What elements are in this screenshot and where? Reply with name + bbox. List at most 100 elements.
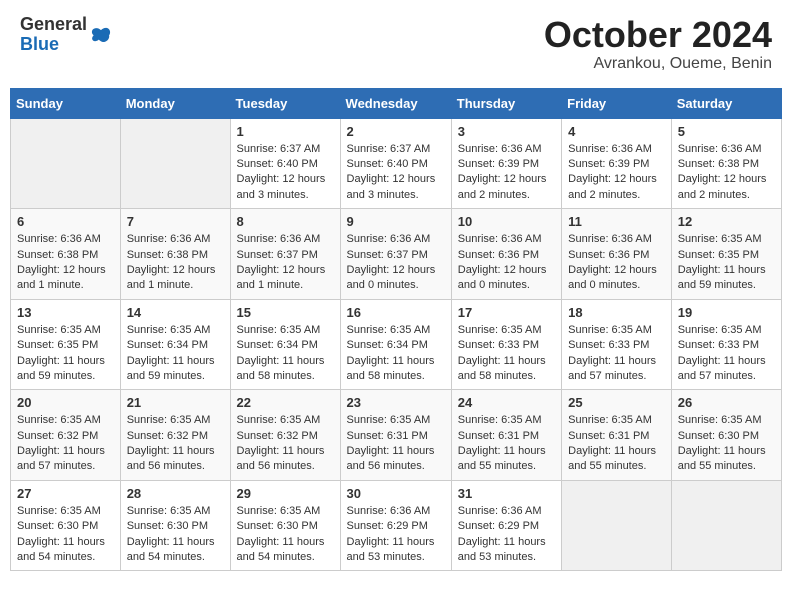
calendar-cell: 24Sunrise: 6:35 AMSunset: 6:31 PMDayligh…	[451, 390, 561, 481]
day-info: Sunrise: 6:35 AMSunset: 6:34 PMDaylight:…	[347, 323, 445, 385]
calendar-table: SundayMondayTuesdayWednesdayThursdayFrid…	[10, 88, 782, 572]
day-info: Sunrise: 6:35 AMSunset: 6:34 PMDaylight:…	[127, 323, 224, 385]
day-info: Sunrise: 6:35 AMSunset: 6:34 PMDaylight:…	[237, 323, 334, 385]
day-number: 29	[237, 486, 334, 501]
day-number: 16	[347, 305, 445, 320]
day-number: 14	[127, 305, 224, 320]
calendar-cell: 19Sunrise: 6:35 AMSunset: 6:33 PMDayligh…	[671, 299, 781, 390]
day-number: 25	[568, 395, 665, 410]
day-info: Sunrise: 6:35 AMSunset: 6:35 PMDaylight:…	[678, 232, 775, 294]
day-number: 5	[678, 124, 775, 139]
day-info: Sunrise: 6:36 AMSunset: 6:36 PMDaylight:…	[458, 232, 555, 294]
day-number: 18	[568, 305, 665, 320]
calendar-cell: 25 Sunrise: 6:35 AMSunset: 6:31 PMDayligh…	[562, 390, 672, 481]
day-info: Sunrise: 6:35 AMSunset: 6:30 PMDaylight:…	[678, 413, 775, 475]
weekday-row: SundayMondayTuesdayWednesdayThursdayFrid…	[11, 88, 782, 118]
weekday-header-wednesday: Wednesday	[340, 88, 451, 118]
calendar-cell: 10 Sunrise: 6:36 AMSunset: 6:36 PMDayligh…	[451, 209, 561, 300]
day-info: Sunrise: 6:35 AMSunset: 6:30 PMDaylight:…	[127, 504, 224, 566]
day-number: 28	[127, 486, 224, 501]
calendar-cell	[671, 480, 781, 571]
day-info: Sunrise: 6:37 AMSunset: 6:40 PMDaylight:…	[237, 142, 334, 204]
day-number: 17	[458, 305, 555, 320]
calendar-cell: 29 Sunrise: 6:35 AMSunset: 6:30 PMDayligh…	[230, 480, 340, 571]
day-number: 8	[237, 214, 334, 229]
day-number: 11	[568, 214, 665, 229]
day-info: Sunrise: 6:36 AMSunset: 6:37 PMDaylight:…	[237, 232, 334, 294]
day-number: 7	[127, 214, 224, 229]
calendar-cell: 5 Sunrise: 6:36 AMSunset: 6:38 PMDaylight…	[671, 118, 781, 209]
day-info: Sunrise: 6:35 AMSunset: 6:33 PMDaylight:…	[568, 323, 665, 385]
page-header: General Blue October 2024 Avrankou, Ouem…	[10, 10, 782, 78]
calendar-cell: 23Sunrise: 6:35 AMSunset: 6:31 PMDayligh…	[340, 390, 451, 481]
logo-bird-icon	[90, 25, 112, 47]
calendar-week-row: 6Sunrise: 6:36 AMSunset: 6:38 PMDaylight…	[11, 209, 782, 300]
calendar-week-row: 27 Sunrise: 6:35 AMSunset: 6:30 PMDayligh…	[11, 480, 782, 571]
day-info: Sunrise: 6:36 AMSunset: 6:38 PMDaylight:…	[678, 142, 775, 204]
day-info: Sunrise: 6:35 AMSunset: 6:32 PMDaylight:…	[237, 413, 334, 475]
day-number: 1	[237, 124, 334, 139]
day-number: 2	[347, 124, 445, 139]
calendar-cell: 15 Sunrise: 6:35 AMSunset: 6:34 PMDayligh…	[230, 299, 340, 390]
calendar-cell	[562, 480, 672, 571]
day-info: Sunrise: 6:35 AMSunset: 6:32 PMDaylight:…	[127, 413, 224, 475]
day-number: 3	[458, 124, 555, 139]
day-info: Sunrise: 6:35 AMSunset: 6:33 PMDaylight:…	[458, 323, 555, 385]
day-info: Sunrise: 6:36 AMSunset: 6:39 PMDaylight:…	[458, 142, 555, 204]
calendar-cell: 13 Sunrise: 6:35 AMSunset: 6:35 PMDayligh…	[11, 299, 121, 390]
calendar-cell	[11, 118, 121, 209]
calendar-cell	[120, 118, 230, 209]
day-number: 31	[458, 486, 555, 501]
day-number: 30	[347, 486, 445, 501]
day-number: 4	[568, 124, 665, 139]
calendar-cell: 9 Sunrise: 6:36 AMSunset: 6:37 PMDaylight…	[340, 209, 451, 300]
calendar-week-row: 13 Sunrise: 6:35 AMSunset: 6:35 PMDayligh…	[11, 299, 782, 390]
calendar-cell: 31 Sunrise: 6:36 AMSunset: 6:29 PMDayligh…	[451, 480, 561, 571]
calendar-cell: 22 Sunrise: 6:35 AMSunset: 6:32 PMDayligh…	[230, 390, 340, 481]
calendar-body: 1 Sunrise: 6:37 AMSunset: 6:40 PMDaylight…	[11, 118, 782, 571]
calendar-header: SundayMondayTuesdayWednesdayThursdayFrid…	[11, 88, 782, 118]
weekday-header-thursday: Thursday	[451, 88, 561, 118]
day-info: Sunrise: 6:35 AMSunset: 6:30 PMDaylight:…	[237, 504, 334, 566]
day-info: Sunrise: 6:36 AMSunset: 6:29 PMDaylight:…	[458, 504, 555, 566]
calendar-cell: 30 Sunrise: 6:36 AMSunset: 6:29 PMDayligh…	[340, 480, 451, 571]
day-number: 20	[17, 395, 114, 410]
title-section: October 2024 Avrankou, Oueme, Benin	[544, 15, 772, 73]
calendar-cell: 26Sunrise: 6:35 AMSunset: 6:30 PMDayligh…	[671, 390, 781, 481]
day-number: 27	[17, 486, 114, 501]
month-title: October 2024	[544, 15, 772, 55]
weekday-header-monday: Monday	[120, 88, 230, 118]
calendar-cell: 21Sunrise: 6:35 AMSunset: 6:32 PMDayligh…	[120, 390, 230, 481]
day-number: 10	[458, 214, 555, 229]
calendar-cell: 4 Sunrise: 6:36 AMSunset: 6:39 PMDaylight…	[562, 118, 672, 209]
day-info: Sunrise: 6:35 AMSunset: 6:35 PMDaylight:…	[17, 323, 114, 385]
day-number: 12	[678, 214, 775, 229]
day-info: Sunrise: 6:36 AMSunset: 6:39 PMDaylight:…	[568, 142, 665, 204]
calendar-cell: 6Sunrise: 6:36 AMSunset: 6:38 PMDaylight…	[11, 209, 121, 300]
day-number: 13	[17, 305, 114, 320]
calendar-cell: 12 Sunrise: 6:35 AMSunset: 6:35 PMDayligh…	[671, 209, 781, 300]
day-number: 6	[17, 214, 114, 229]
day-number: 9	[347, 214, 445, 229]
logo: General Blue	[20, 15, 112, 55]
day-number: 22	[237, 395, 334, 410]
day-info: Sunrise: 6:36 AMSunset: 6:36 PMDaylight:…	[568, 232, 665, 294]
day-number: 15	[237, 305, 334, 320]
calendar-cell: 20Sunrise: 6:35 AMSunset: 6:32 PMDayligh…	[11, 390, 121, 481]
calendar-cell: 17 Sunrise: 6:35 AMSunset: 6:33 PMDayligh…	[451, 299, 561, 390]
calendar-week-row: 20 Sunrise: 6:35 AMSunset: 6:32 PMDayligh…	[11, 390, 782, 481]
day-info: Sunrise: 6:35 AMSunset: 6:31 PMDaylight:…	[568, 413, 665, 475]
day-info: Sunrise: 6:36 AMSunset: 6:37 PMDaylight:…	[347, 232, 445, 294]
calendar-cell: 28 Sunrise: 6:35 AMSunset: 6:30 PMDayligh…	[120, 480, 230, 571]
calendar-cell: 18 Sunrise: 6:35 AMSunset: 6:33 PMDayligh…	[562, 299, 672, 390]
weekday-header-saturday: Saturday	[671, 88, 781, 118]
day-info: Sunrise: 6:36 AMSunset: 6:29 PMDaylight:…	[347, 504, 445, 566]
weekday-header-tuesday: Tuesday	[230, 88, 340, 118]
calendar-week-row: 1 Sunrise: 6:37 AMSunset: 6:40 PMDaylight…	[11, 118, 782, 209]
day-number: 23	[347, 395, 445, 410]
location: Avrankou, Oueme, Benin	[544, 55, 772, 73]
day-number: 24	[458, 395, 555, 410]
calendar-cell: 27Sunrise: 6:35 AMSunset: 6:30 PMDayligh…	[11, 480, 121, 571]
calendar-cell: 7Sunrise: 6:36 AMSunset: 6:38 PMDaylight…	[120, 209, 230, 300]
calendar-cell: 11 Sunrise: 6:36 AMSunset: 6:36 PMDayligh…	[562, 209, 672, 300]
